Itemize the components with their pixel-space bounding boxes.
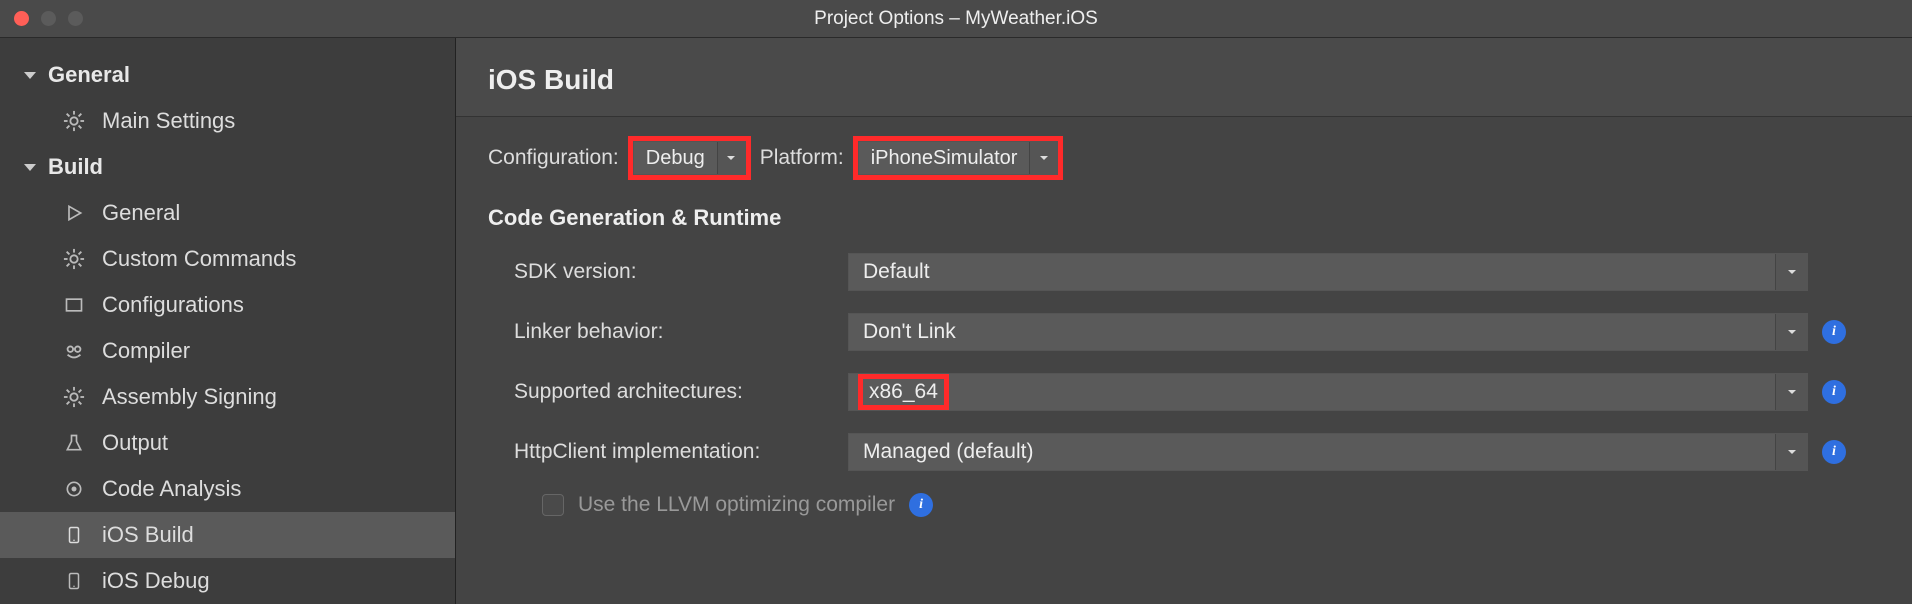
info-icon[interactable]: i [1822, 380, 1846, 404]
linker-behavior-dropdown[interactable]: Don't Link [848, 313, 1808, 351]
info-icon[interactable]: i [1822, 440, 1846, 464]
sidebar-item-label: Custom Commands [102, 246, 296, 272]
chevron-down-icon [717, 142, 745, 174]
chevron-down-icon [1775, 254, 1807, 290]
sidebar-item-ios-debug[interactable]: iOS Debug [0, 558, 455, 604]
supported-architectures-dropdown[interactable]: x86_64 [848, 373, 1808, 411]
info-icon[interactable]: i [909, 493, 933, 517]
linker-behavior-row: Linker behavior: Don't Link i [488, 313, 1880, 351]
supported-architectures-row: Supported architectures: x86_64 i [488, 373, 1880, 411]
phone-icon [62, 569, 86, 593]
sidebar-item-compiler[interactable]: Compiler [0, 328, 455, 374]
sidebar-item-label: Main Settings [102, 108, 235, 134]
httpclient-dropdown[interactable]: Managed (default) [848, 433, 1808, 471]
chevron-down-icon [1775, 314, 1807, 350]
chevron-down-icon [1775, 434, 1807, 470]
sdk-version-value: Default [849, 254, 1775, 290]
llvm-checkbox-row: Use the LLVM optimizing compiler i [488, 493, 1880, 517]
chevron-down-icon [22, 159, 38, 175]
llvm-checkbox[interactable] [542, 494, 564, 516]
titlebar: Project Options – MyWeather.iOS [0, 0, 1912, 38]
sidebar-item-configurations[interactable]: Configurations [0, 282, 455, 328]
sidebar-item-label: Output [102, 430, 168, 456]
maximize-window-button[interactable] [68, 11, 83, 26]
sidebar-section-label: General [48, 62, 130, 88]
supported-architectures-value: x86_64 [849, 374, 1775, 410]
sidebar: General Main Settings Build General [0, 38, 456, 604]
config-platform-row: Configuration: Debug Platform: iPhoneSim… [488, 141, 1880, 175]
configuration-label: Configuration: [488, 146, 619, 170]
gear-icon [62, 247, 86, 271]
sidebar-item-label: General [102, 200, 180, 226]
sidebar-section-build[interactable]: Build [0, 144, 455, 190]
box-icon [62, 293, 86, 317]
window-body: General Main Settings Build General [0, 38, 1912, 604]
httpclient-row: HttpClient implementation: Managed (defa… [488, 433, 1880, 471]
configuration-dropdown[interactable]: Debug [633, 141, 746, 175]
httpclient-value: Managed (default) [849, 434, 1775, 470]
play-icon [62, 201, 86, 225]
chevron-down-icon [1029, 142, 1057, 174]
sidebar-item-label: Assembly Signing [102, 384, 277, 410]
sidebar-item-assembly-signing[interactable]: Assembly Signing [0, 374, 455, 420]
sidebar-section-label: Build [48, 154, 103, 180]
configuration-value: Debug [634, 142, 717, 174]
sdk-version-dropdown[interactable]: Default [848, 253, 1808, 291]
section-title: Code Generation & Runtime [488, 205, 1880, 231]
page-title: iOS Build [456, 38, 1912, 117]
llvm-checkbox-label: Use the LLVM optimizing compiler [578, 493, 895, 517]
httpclient-label: HttpClient implementation: [488, 440, 848, 464]
close-window-button[interactable] [14, 11, 29, 26]
gear-icon [62, 109, 86, 133]
flask-icon [62, 431, 86, 455]
platform-value: iPhoneSimulator [859, 142, 1030, 174]
sidebar-item-build-general[interactable]: General [0, 190, 455, 236]
gear-icon [62, 385, 86, 409]
sidebar-item-label: Configurations [102, 292, 244, 318]
phone-icon [62, 523, 86, 547]
content-pane: iOS Build Configuration: Debug Platform:… [456, 38, 1912, 604]
sdk-version-label: SDK version: [488, 260, 848, 284]
sidebar-item-ios-build[interactable]: iOS Build [0, 512, 455, 558]
arch-value-highlight: x86_64 [863, 379, 944, 405]
robot-icon [62, 339, 86, 363]
chevron-down-icon [22, 67, 38, 83]
window-title: Project Options – MyWeather.iOS [0, 8, 1912, 30]
minimize-window-button[interactable] [41, 11, 56, 26]
target-icon [62, 477, 86, 501]
project-options-window: Project Options – MyWeather.iOS General … [0, 0, 1912, 604]
sidebar-item-main-settings[interactable]: Main Settings [0, 98, 455, 144]
supported-architectures-label: Supported architectures: [488, 380, 848, 404]
info-icon[interactable]: i [1822, 320, 1846, 344]
sidebar-item-output[interactable]: Output [0, 420, 455, 466]
platform-dropdown[interactable]: iPhoneSimulator [858, 141, 1059, 175]
content-body: Configuration: Debug Platform: iPhoneSim… [456, 117, 1912, 604]
sidebar-item-label: iOS Build [102, 522, 194, 548]
sidebar-section-general[interactable]: General [0, 52, 455, 98]
window-controls [14, 11, 83, 26]
chevron-down-icon [1775, 374, 1807, 410]
sidebar-item-code-analysis[interactable]: Code Analysis [0, 466, 455, 512]
linker-behavior-value: Don't Link [849, 314, 1775, 350]
sidebar-item-custom-commands[interactable]: Custom Commands [0, 236, 455, 282]
sdk-version-row: SDK version: Default [488, 253, 1880, 291]
sidebar-item-label: Code Analysis [102, 476, 241, 502]
sidebar-item-label: iOS Debug [102, 568, 210, 594]
linker-behavior-label: Linker behavior: [488, 320, 848, 344]
platform-label: Platform: [760, 146, 844, 170]
sidebar-item-label: Compiler [102, 338, 190, 364]
